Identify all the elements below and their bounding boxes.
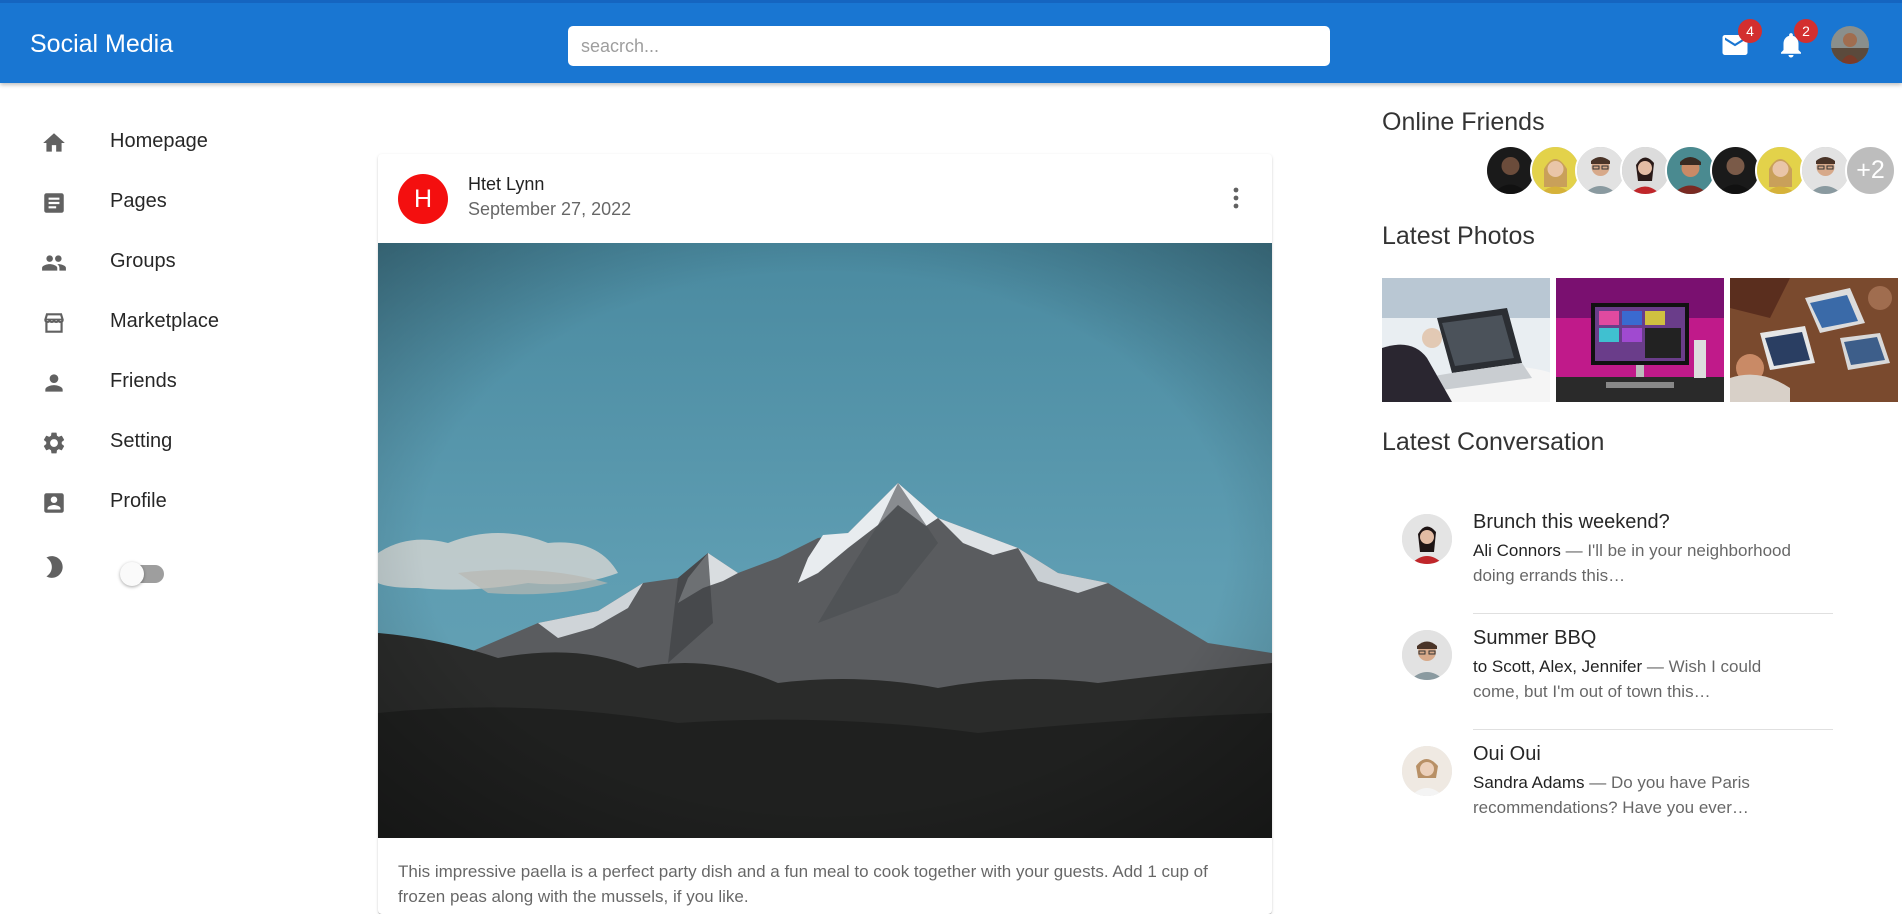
conversation-title: Oui Oui	[1473, 743, 1541, 765]
sidebar-item-label: Pages	[110, 190, 167, 212]
conversation-message-cont: come, but I'm out of town this…	[1473, 682, 1711, 701]
post-author-name[interactable]: Htet Lynn	[468, 174, 544, 195]
latest-conversation-title: Latest Conversation	[1382, 428, 1605, 456]
post-card: H Htet Lynn September 27, 2022 This impr…	[378, 154, 1272, 914]
conversation-sender: Sandra Adams	[1473, 773, 1585, 792]
home-icon	[43, 133, 65, 152]
sidebar-item-marketplace[interactable]: Marketplace	[0, 293, 340, 351]
sidebar-item-homepage[interactable]: Homepage	[0, 113, 340, 171]
photo-thumbnail[interactable]	[1556, 278, 1724, 402]
photo-thumbnail[interactable]	[1382, 278, 1550, 402]
friend-avatar[interactable]	[1485, 145, 1536, 196]
sidebar-item-label: Friends	[110, 370, 177, 392]
notification-badge: 2	[1794, 19, 1818, 43]
dark-mode-icon	[46, 556, 63, 578]
conversation-sender: Ali Connors	[1473, 541, 1561, 560]
friends-overflow-count[interactable]: +2	[1845, 145, 1896, 196]
sidebar-item-groups[interactable]: Groups	[0, 233, 340, 291]
conversation-snippet: Sandra Adams — Do you have Paris recommen…	[1473, 770, 1813, 820]
post-author-avatar[interactable]: H	[398, 174, 448, 224]
friend-avatar[interactable]	[1665, 145, 1716, 196]
friend-avatar[interactable]	[1710, 145, 1761, 196]
conversation-title: Brunch this weekend?	[1473, 511, 1670, 533]
conversation-item[interactable]: Oui Oui Sandra Adams — Do you have Paris…	[1382, 730, 1832, 846]
conversation-snippet: to Scott, Alex, Jennifer — Wish I could c…	[1473, 654, 1813, 704]
conversation-item[interactable]: Brunch this weekend? Ali Connors — I'll …	[1382, 498, 1833, 614]
post-text: This impressive paella is a perfect part…	[398, 862, 1208, 906]
more-vert-icon	[1233, 187, 1239, 209]
latest-photos-title: Latest Photos	[1382, 222, 1535, 250]
post-image[interactable]	[378, 243, 1272, 838]
conversation-sender: to Scott, Alex, Jennifer	[1473, 657, 1643, 676]
conversation-message: — I'll be in your neighborhood	[1560, 541, 1791, 560]
sidebar-item-label: Homepage	[110, 130, 208, 152]
conversation-message-cont: recommendations? Have you ever…	[1473, 798, 1749, 817]
conversation-avatar	[1402, 746, 1452, 796]
sidebar-item-label: Profile	[110, 490, 167, 512]
person-icon	[45, 374, 63, 392]
settings-icon	[43, 432, 65, 454]
sidebar-item-friends[interactable]: Friends	[0, 353, 340, 411]
conversation-message: — Do you have Paris	[1584, 773, 1750, 792]
conversation-avatar	[1402, 514, 1452, 564]
conversation-item[interactable]: Summer BBQ to Scott, Alex, Jennifer — Wi…	[1382, 614, 1833, 730]
post-options-button[interactable]	[1216, 178, 1256, 218]
storefront-icon	[44, 313, 64, 333]
brand-title[interactable]: Social Media	[30, 30, 173, 59]
sidebar-item-pages[interactable]: Pages	[0, 173, 340, 231]
dark-mode-toggle[interactable]	[120, 558, 170, 590]
mail-button[interactable]: 4	[1720, 19, 1762, 60]
user-avatar[interactable]	[1831, 26, 1869, 64]
sidebar-item-label: Marketplace	[110, 310, 219, 332]
conversation-message: — Wish I could	[1642, 657, 1762, 676]
conversation-title: Summer BBQ	[1473, 627, 1597, 649]
sidebar-item-profile[interactable]: Profile	[0, 473, 340, 531]
search-input[interactable]	[568, 26, 1330, 66]
friend-avatar[interactable]	[1620, 145, 1671, 196]
toggle-thumb	[120, 562, 144, 586]
sidebar-item-setting[interactable]: Setting	[0, 413, 340, 471]
friend-avatar[interactable]	[1755, 145, 1806, 196]
photo-thumbnail[interactable]	[1730, 278, 1898, 402]
article-icon	[44, 193, 64, 213]
friend-avatar[interactable]	[1530, 145, 1581, 196]
post-date: September 27, 2022	[468, 199, 632, 219]
mail-badge: 4	[1738, 19, 1762, 43]
friend-avatar[interactable]	[1575, 145, 1626, 196]
sidebar-item-label: Setting	[110, 430, 173, 452]
sidebar-item-label: Groups	[110, 250, 176, 272]
groups-icon	[42, 255, 66, 271]
conversation-avatar	[1402, 630, 1452, 680]
friend-avatar[interactable]	[1800, 145, 1851, 196]
online-friends-title: Online Friends	[1382, 108, 1545, 136]
notifications-button[interactable]: 2	[1776, 19, 1818, 60]
conversation-message-cont: doing errands this…	[1473, 566, 1626, 585]
app-bar: Social Media 4 2	[0, 0, 1902, 83]
account-box-icon	[44, 493, 64, 513]
conversation-snippet: Ali Connors — I'll be in your neighborho…	[1473, 538, 1813, 588]
